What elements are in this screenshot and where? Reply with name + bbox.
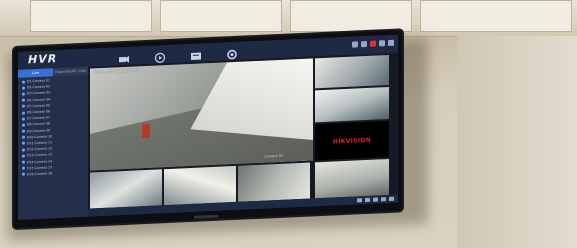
power-icon[interactable]: [388, 39, 394, 47]
tab-live[interactable]: Live: [18, 68, 53, 78]
camera-view-tile[interactable]: [90, 169, 162, 209]
camera-view-main[interactable]: 06-16-2021 Wed 16:28:09 Camera 01: [90, 58, 313, 171]
camera-icon: [22, 160, 25, 164]
camera-icon: [22, 111, 25, 115]
camera-icon: [22, 135, 25, 139]
alarm-icon[interactable]: [361, 40, 367, 48]
settings-icon[interactable]: [226, 45, 238, 60]
file-management-icon[interactable]: [190, 46, 202, 60]
camera-icon: [22, 98, 25, 102]
brand-logo: HIKVISION: [332, 136, 372, 146]
camera-icon: [22, 166, 25, 170]
wall-monitor: HVR Live Channels/IPC Cam D1 Camera 01 D…: [14, 30, 402, 228]
camera-icon: [22, 172, 25, 177]
fullscreen-icon[interactable]: [389, 196, 394, 201]
camera-icon: [22, 92, 25, 96]
camera-icon: [22, 80, 25, 84]
layout-icon[interactable]: [365, 197, 370, 203]
nvr-screen: HVR Live Channels/IPC Cam D1 Camera 01 D…: [18, 34, 398, 220]
monitor-bezel-logo: [194, 214, 218, 219]
camera-icon: [22, 129, 25, 133]
live-view-icon[interactable]: [118, 50, 130, 63]
camera-label: D16 Camera 16: [27, 171, 53, 177]
ceiling-panel: [30, 0, 152, 32]
layout-icon[interactable]: [357, 198, 362, 203]
camera-view-tile-empty[interactable]: HIKVISION: [315, 120, 389, 161]
camera-view-tile[interactable]: [315, 86, 389, 123]
layout-icon[interactable]: [381, 197, 386, 202]
user-icon[interactable]: [352, 41, 358, 48]
camera-icon: [22, 86, 25, 90]
camera-icon: [22, 104, 25, 108]
camera-icon: [22, 148, 25, 152]
camera-sidebar: Live Channels/IPC Cam D1 Camera 01 D2 Ca…: [18, 66, 88, 220]
playback-icon[interactable]: [154, 48, 166, 63]
camera-view-tile[interactable]: [238, 162, 310, 202]
camera-view-tile[interactable]: [315, 158, 389, 199]
camera-list: D1 Camera 01 D2 Camera 02 D3 Camera 03 D…: [18, 75, 88, 178]
menu-icon[interactable]: [379, 40, 385, 47]
camera-icon: [22, 123, 25, 127]
ceiling-panel: [290, 0, 412, 32]
camera-name-label: Camera 01: [264, 153, 283, 159]
camera-icon: [22, 154, 25, 158]
app-title: HVR: [28, 52, 58, 67]
camera-view-tile[interactable]: [164, 165, 236, 206]
ceiling-panel: [420, 0, 572, 32]
fire-extinguisher: [142, 123, 150, 139]
camera-icon: [22, 117, 25, 121]
live-view-grid: 06-16-2021 Wed 16:28:09 Camera 01 HIKVIS…: [88, 52, 398, 217]
camera-icon: [22, 141, 25, 146]
layout-icon[interactable]: [373, 197, 378, 202]
camera-view-tile[interactable]: [315, 54, 389, 89]
ceiling: [0, 0, 577, 37]
exception-icon[interactable]: [370, 40, 376, 47]
wall-right-section: [457, 36, 577, 248]
system-tray: [352, 39, 394, 48]
ceiling-panel: [160, 0, 282, 32]
camera-timestamp: 06-16-2021 Wed 16:28:09: [94, 68, 139, 75]
tab-channels[interactable]: Channels/IPC Cam: [53, 66, 88, 77]
